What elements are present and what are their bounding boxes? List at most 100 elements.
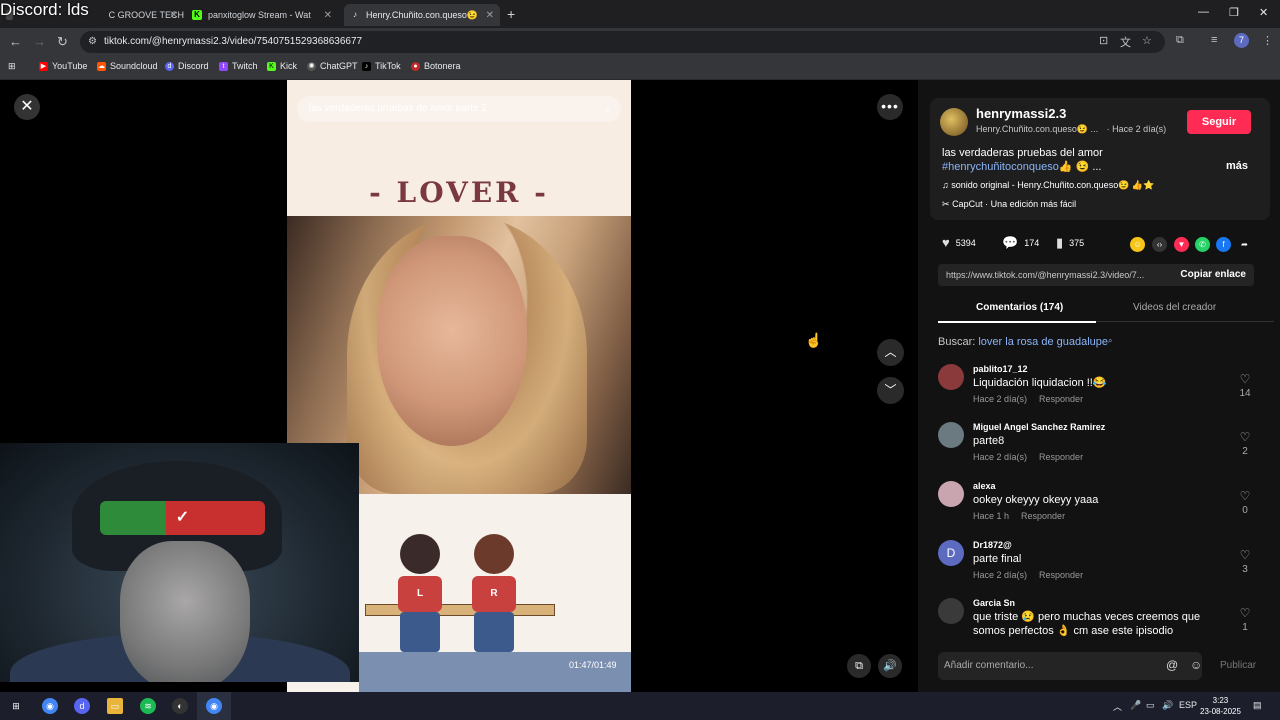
commenter-name[interactable]: Dr1872@ [973, 540, 1012, 550]
commenter-avatar[interactable] [938, 364, 964, 390]
comment-like-icon[interactable]: ♡ [1237, 548, 1253, 562]
bookmark-botonera[interactable]: ● Botonera [411, 61, 461, 71]
share-arrow-icon[interactable]: ➦ [1237, 237, 1252, 252]
comment-text: Liquidación liquidacion !!😂 [973, 377, 1107, 389]
copy-link-button[interactable]: Copiar enlace [1180, 264, 1246, 286]
publish-button[interactable]: Publicar [1220, 660, 1256, 671]
previous-video-button[interactable]: ︿ [877, 339, 904, 366]
send-icon[interactable]: ▼ [1174, 237, 1189, 252]
commenter-avatar[interactable] [938, 481, 964, 507]
comment-meta: Hace 1 h Responder [973, 511, 1065, 521]
install-app-icon[interactable]: ⊡ [1099, 34, 1108, 47]
minimize-icon[interactable]: — [1198, 6, 1209, 18]
tab-creator-videos[interactable]: Videos del creador [1133, 302, 1216, 313]
video-search-overlay[interactable]: las verdaderas pruebas de amor parte 2 ⌕ [297, 96, 621, 122]
save-stat[interactable]: ▮ 375 [1056, 235, 1084, 251]
volume-icon[interactable]: 🔊 [878, 654, 902, 678]
address-bar[interactable]: ⚙ tiktok.com/@henrymassi2.3/video/754075… [80, 31, 1165, 53]
whatsapp-icon[interactable]: ✆ [1195, 237, 1210, 252]
commenter-name[interactable]: alexa [973, 481, 996, 491]
close-tab-icon[interactable]: ✕ [170, 10, 178, 21]
site-info-icon[interactable]: ⚙ [88, 31, 97, 53]
tab-tiktok-active[interactable]: ♪ Henry.Chuñito.con.queso😉 ✕ [344, 4, 500, 26]
commenter-avatar[interactable] [938, 422, 964, 448]
sound-link[interactable]: ♫ sonido original - Henry.Chuñito.con.qu… [942, 180, 1154, 191]
close-window-icon[interactable]: ✕ [1259, 6, 1268, 19]
close-video-button[interactable]: ✕ [14, 94, 40, 120]
discord-icon[interactable]: d [74, 698, 90, 714]
windows-start-icon[interactable]: ⊞ [8, 698, 24, 714]
chrome-active-icon[interactable]: ◉ [206, 698, 222, 714]
more-description-button[interactable]: más [1226, 160, 1248, 172]
language-indicator[interactable]: ESP [1179, 700, 1197, 710]
menu-kebab-icon[interactable]: ⋮ [1262, 34, 1273, 47]
new-tab-icon[interactable]: + [507, 6, 515, 22]
bookmark-discord[interactable]: d Discord [165, 61, 209, 71]
search-icon[interactable]: ⌕ [604, 96, 611, 122]
embed-icon[interactable]: ‹› [1152, 237, 1167, 252]
apps-grid-icon[interactable]: ⊞ [8, 61, 16, 72]
comment-time: Hace 2 día(s) [973, 570, 1028, 580]
network-icon[interactable]: ▭ [1146, 700, 1155, 711]
commenter-name[interactable]: pablito17_12 [973, 364, 1028, 374]
twitch-icon: t [219, 61, 228, 71]
comment-stat[interactable]: 💬 174 [1002, 235, 1039, 251]
reply-button[interactable]: Responder [1021, 511, 1065, 521]
commenter-avatar[interactable] [938, 598, 964, 624]
comment-like-icon[interactable]: ♡ [1237, 372, 1253, 386]
related-search-link[interactable]: lover la rosa de guadalupe [978, 336, 1108, 348]
creator-avatar[interactable] [940, 108, 968, 136]
commenter-name[interactable]: Garcia Sn [973, 598, 1015, 608]
extensions-icon[interactable]: ⧉ [1176, 34, 1184, 47]
follow-button[interactable]: Seguir [1187, 110, 1251, 134]
hashtag-link[interactable]: #henrychuñitoconqueso [942, 161, 1059, 173]
creator-username[interactable]: henrymassi2.3 [976, 106, 1066, 121]
comment-like-icon[interactable]: ♡ [1237, 606, 1253, 620]
capcut-link[interactable]: ✂ CapCut · Una edición más fácil [942, 199, 1076, 210]
reply-button[interactable]: Responder [1039, 394, 1083, 404]
commenter-avatar[interactable]: D [938, 540, 964, 566]
bookmark-star-icon[interactable]: ☆ [1142, 34, 1152, 47]
close-tab-icon[interactable]: ✕ [324, 10, 332, 21]
microphone-icon[interactable]: 🎤 [1130, 700, 1141, 711]
more-options-button[interactable]: ••• [877, 94, 903, 120]
translate-icon[interactable]: 文 [1120, 34, 1131, 50]
bookmark-chatgpt[interactable]: ✺ ChatGPT [307, 61, 358, 71]
reply-button[interactable]: Responder [1039, 452, 1083, 462]
commenter-name[interactable]: Miguel Angel Sanchez Ramirez [973, 422, 1105, 432]
restore-icon[interactable]: ❐ [1229, 6, 1239, 19]
tab-comments[interactable]: Comentarios (174) [976, 302, 1063, 313]
emoji-icon[interactable]: ☺ [1190, 658, 1202, 672]
facebook-icon[interactable]: f [1216, 237, 1231, 252]
reply-button[interactable]: Responder [1039, 570, 1083, 580]
floating-player-icon[interactable]: ⧉ [847, 654, 871, 678]
mention-icon[interactable]: @ [1166, 658, 1178, 672]
emoji-share-icon[interactable]: ☺ [1130, 237, 1145, 252]
file-explorer-icon[interactable]: ▭ [107, 698, 123, 714]
comment-like-icon[interactable]: ♡ [1237, 489, 1253, 503]
tab-panxitoglow[interactable]: K panxitoglow Stream - Wat ✕ [186, 4, 338, 26]
bookmark-kick[interactable]: K Kick [267, 61, 297, 71]
bookmark-tiktok[interactable]: ♪ TikTok [362, 61, 401, 71]
bookmark-twitch[interactable]: t Twitch [219, 61, 258, 71]
reload-icon[interactable]: ↻ [57, 34, 68, 50]
chrome-icon[interactable]: ◉ [42, 698, 58, 714]
capcut-icon: ✂ [942, 199, 950, 209]
comment-like-icon[interactable]: ♡ [1237, 430, 1253, 444]
forward-icon[interactable]: → [33, 34, 46, 49]
obs-icon[interactable]: ◐ [172, 698, 188, 714]
bookmark-youtube[interactable]: ▶ YouTube [39, 61, 87, 71]
close-tab-icon[interactable]: ✕ [486, 10, 494, 21]
taskbar-clock[interactable]: 3:23 23-08-2025 [1200, 695, 1241, 717]
media-controls-icon[interactable]: ≡ [1211, 34, 1217, 46]
notifications-icon[interactable]: ▤ [1253, 700, 1262, 711]
profile-avatar[interactable]: 7 [1234, 33, 1249, 48]
speaker-icon[interactable]: 🔊 [1162, 700, 1173, 711]
spotify-icon[interactable]: ≋ [140, 698, 156, 714]
like-stat[interactable]: ♥ 5394 [942, 235, 976, 250]
back-icon[interactable]: ← [9, 34, 22, 49]
comment-input[interactable]: Añadir comentario... [938, 652, 1202, 680]
tray-chevron-icon[interactable]: ︿ [1113, 700, 1122, 713]
bookmark-soundcloud[interactable]: ☁ Soundcloud [97, 61, 158, 71]
next-video-button[interactable]: ﹀ [877, 377, 904, 404]
